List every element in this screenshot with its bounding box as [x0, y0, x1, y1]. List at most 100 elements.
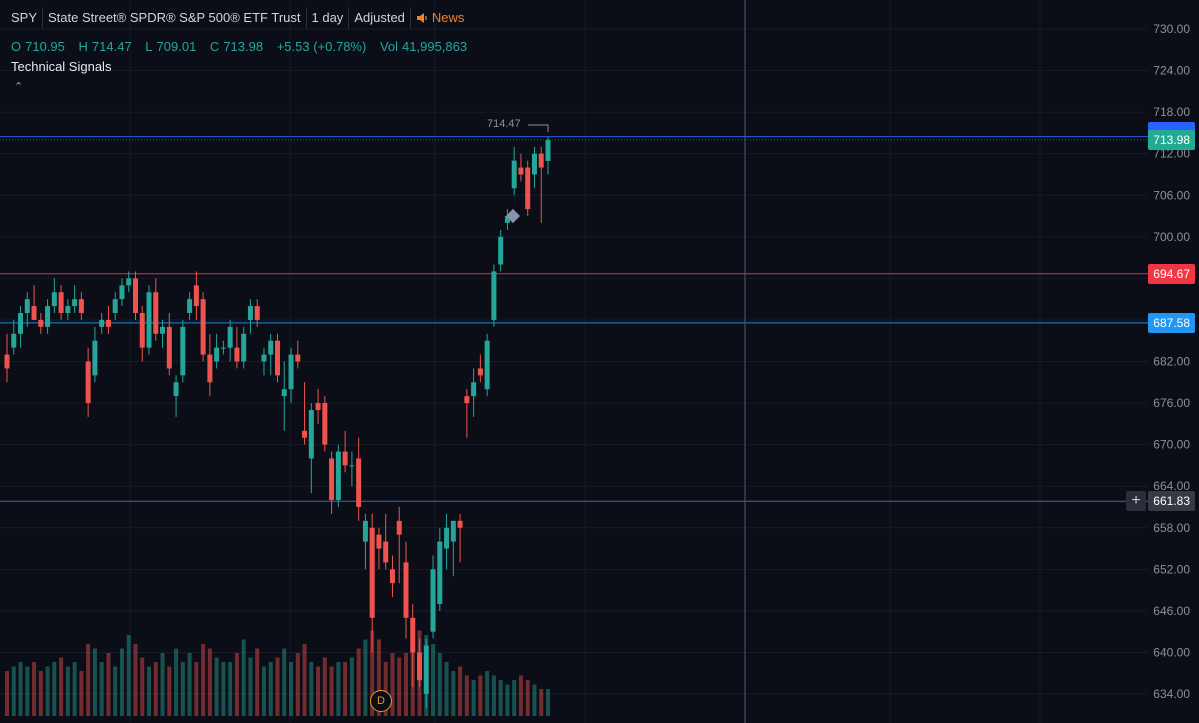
volume-bar: [539, 689, 544, 716]
candle-body: [531, 153, 537, 175]
candle-body: [85, 361, 91, 404]
volume-bar: [113, 666, 118, 716]
volume-bar: [451, 671, 456, 716]
volume-bar: [72, 662, 77, 716]
volume-bar: [478, 675, 483, 716]
candle-body: [51, 292, 57, 307]
volume-bar: [268, 662, 273, 716]
candle-body: [166, 326, 172, 369]
candle-body: [4, 354, 10, 369]
open-value: 710.95: [25, 39, 65, 54]
volume-bar: [512, 680, 517, 716]
last-price-badge: 713.98: [1148, 129, 1195, 150]
volume-bar: [160, 653, 165, 716]
volume-bar: [11, 666, 16, 716]
candle-body: [308, 409, 314, 459]
add-alert-plus-icon[interactable]: +: [1126, 491, 1146, 511]
volume-bar: [316, 666, 321, 716]
candle-body: [362, 520, 368, 542]
candle-body: [58, 292, 64, 314]
volume-bar: [119, 648, 124, 716]
candle-body: [31, 306, 37, 320]
low-value: 709.01: [156, 39, 197, 54]
candle-body: [477, 368, 483, 376]
price-tick-label: 634.00: [1153, 687, 1190, 701]
volume-bar: [167, 666, 172, 716]
volume-bar: [302, 644, 307, 716]
symbol[interactable]: SPY: [6, 7, 44, 29]
volume-bar: [59, 657, 64, 716]
high-marker-leader: [528, 124, 549, 132]
megaphone-icon: [416, 13, 427, 23]
volume-bar: [363, 639, 368, 716]
adjustment[interactable]: Adjusted: [349, 7, 411, 29]
volume-bar: [25, 666, 30, 716]
candle-body: [18, 313, 24, 334]
horizontal-lines: [0, 136, 1148, 502]
indicator-label[interactable]: Technical Signals: [11, 59, 111, 74]
volume-bar: [356, 648, 361, 716]
volume-bar: [86, 644, 91, 716]
candle-body: [112, 299, 118, 314]
volume-bar: [45, 666, 50, 716]
candle-body: [99, 319, 105, 327]
volume-bar: [38, 671, 43, 716]
candle-body: [437, 541, 443, 604]
ohlc-legend: O 710.95 H 714.47 L 709.01 C 713.98 +5.53 (+…: [11, 39, 469, 54]
volume-bar: [180, 662, 185, 716]
volume-bar: [241, 639, 246, 716]
candle-body: [126, 278, 132, 286]
volume-bar: [261, 666, 266, 716]
volume-bar: [52, 662, 57, 716]
volume-bar: [322, 657, 327, 716]
volume-bar: [32, 662, 37, 716]
candle-body: [295, 354, 301, 362]
candle-body: [146, 292, 152, 348]
close-label: C: [209, 39, 220, 54]
instrument-name: State Street® SPDR® S&P 500® ETF Trust: [43, 7, 307, 29]
crosshair-price-badge: 661.83: [1148, 491, 1195, 512]
candle-body: [241, 333, 247, 362]
volume-bar: [546, 689, 550, 716]
candle-body: [525, 167, 531, 210]
volume-bar: [106, 653, 111, 716]
candle-body: [511, 160, 517, 189]
candle-body: [457, 520, 463, 528]
candle-body: [220, 347, 226, 349]
news-link[interactable]: News: [411, 7, 470, 29]
candle-body: [78, 299, 84, 314]
candle-body: [254, 306, 260, 320]
candle-body: [417, 652, 423, 681]
price-tick-label: 658.00: [1153, 521, 1190, 535]
volume-label: Vol: [379, 39, 399, 54]
news-label: News: [431, 10, 465, 25]
volume-bar: [65, 666, 70, 716]
dividend-marker[interactable]: D: [370, 690, 392, 712]
candle-body: [302, 430, 308, 438]
volume-bar: [437, 653, 442, 716]
volume-bar: [147, 666, 152, 716]
interval[interactable]: 1 day: [307, 7, 350, 29]
candle-body: [153, 292, 159, 334]
price-chart[interactable]: 730.00724.00718.00712.00706.00700.00694.…: [0, 0, 1199, 723]
candle-body: [335, 451, 341, 501]
price-tick-label: 652.00: [1153, 562, 1190, 576]
candle-body: [349, 465, 355, 467]
volume-bar: [92, 648, 97, 716]
volume-bar: [397, 657, 402, 716]
volume-bar: [5, 671, 9, 716]
low-label: L: [145, 39, 153, 54]
volume-bar: [133, 644, 138, 716]
price-tick-label: 730.00: [1153, 22, 1190, 36]
volume-bar: [525, 680, 530, 716]
candle-body: [410, 617, 416, 653]
candle-body: [464, 396, 470, 404]
candle-body: [389, 569, 395, 584]
volume-bar: [248, 657, 253, 716]
volume-bar: [194, 662, 199, 716]
chevron-up-icon[interactable]: ⌃: [14, 80, 23, 93]
volume-bar: [228, 662, 233, 716]
volume-value: 41,995,863: [402, 39, 468, 54]
price-tick-label: 706.00: [1153, 188, 1190, 202]
volume-bar: [201, 644, 206, 716]
